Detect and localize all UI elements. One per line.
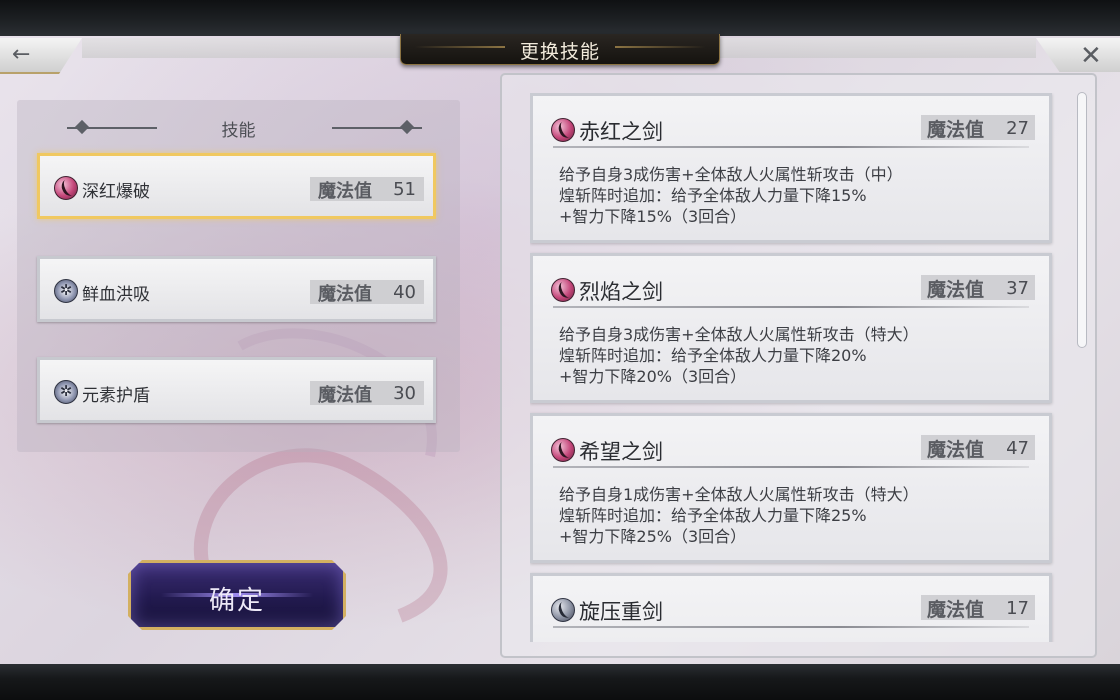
skill-name: 旋压重剑 [579, 600, 663, 624]
description-line: 给予自身3成伤害+全体敌人火属性斩攻击（中） [559, 165, 903, 184]
equipped-skill-slot-3[interactable]: ✲ 元素护盾 魔法值 30 [37, 357, 436, 423]
skill-list[interactable]: 赤红之剑 魔法值 27 给予自身3成伤害+全体敌人火属性斩攻击（中） 煌斩阵时追… [530, 93, 1055, 642]
bottom-frame [0, 664, 1120, 700]
mana-cost: 魔法值 17 [921, 595, 1035, 621]
description-line: 煌斩阵时追加：给予全体敌人力量下降20% [559, 346, 867, 365]
skill-card-3[interactable]: 希望之剑 魔法值 47 给予自身1成伤害+全体敌人火属性斩攻击（特大） 煌斩阵时… [530, 413, 1052, 563]
equipped-skill-slot-2[interactable]: ✲ 鲜血洪吸 魔法值 40 [37, 256, 436, 322]
equipped-skills-panel: 技能 深红爆破 魔法值 51 ✲ 鲜血洪吸 魔法值 40 ✲ 元素护盾 魔法值 … [17, 100, 460, 452]
back-arrow-icon: ← [12, 42, 31, 67]
mana-cost: 魔法值 30 [310, 381, 424, 406]
skill-card-1[interactable]: 赤红之剑 魔法值 27 给予自身3成伤害+全体敌人火属性斩攻击（中） 煌斩阵时追… [530, 93, 1052, 243]
mana-value: 17 [1006, 598, 1029, 619]
skill-name: 赤红之剑 [579, 120, 663, 144]
mana-value: 27 [1006, 118, 1029, 139]
mana-value: 40 [393, 282, 416, 303]
title-plate: 更换技能 [400, 34, 720, 65]
close-icon: ✕ [1080, 41, 1102, 71]
skill-description: 给予自身1成伤害+全体敌人火属性斩攻击（特大） 煌斩阵时追加：给予全体敌人力量下… [559, 484, 919, 547]
description-line: +智力下降20%（3回合） [559, 367, 747, 386]
mana-cost: 魔法值 37 [921, 275, 1035, 301]
fire-sword-icon [551, 118, 575, 142]
skill-name: 元素护盾 [82, 386, 150, 406]
skill-name: 深红爆破 [82, 182, 150, 202]
skill-name: 鲜血洪吸 [82, 285, 150, 305]
divider [553, 146, 1029, 148]
mana-cost: 魔法值 51 [310, 177, 424, 202]
mana-label: 魔法值 [927, 599, 985, 621]
mana-value: 47 [1006, 438, 1029, 459]
skill-name: 希望之剑 [579, 440, 663, 464]
mana-label: 魔法值 [318, 284, 372, 305]
divider [553, 466, 1029, 468]
top-strip-left [82, 38, 400, 58]
fire-sword-icon [551, 278, 575, 302]
description-line: 煌斩阵时追加：给予全体敌人力量下降25% [559, 506, 867, 525]
mana-label: 魔法值 [927, 119, 985, 141]
sword-icon [551, 598, 575, 622]
divider [553, 306, 1029, 308]
description-line: 煌斩阵时追加：给予全体敌人力量下降15% [559, 186, 867, 205]
divider [553, 626, 1029, 628]
mana-cost: 魔法值 40 [310, 280, 424, 305]
mana-cost: 魔法值 47 [921, 435, 1035, 461]
star-icon: ✲ [54, 380, 78, 404]
mana-cost: 魔法值 27 [921, 115, 1035, 141]
skill-description: 给予自身3成伤害+全体敌人火属性斩攻击（中） 煌斩阵时追加：给予全体敌人力量下降… [559, 164, 903, 227]
mana-label: 魔法值 [927, 279, 985, 301]
top-frame [0, 0, 1120, 36]
mana-value: 30 [393, 383, 416, 404]
mana-label: 魔法值 [318, 385, 372, 406]
equipped-skill-slot-1[interactable]: 深红爆破 魔法值 51 [37, 153, 436, 219]
skill-card-4[interactable]: 旋压重剑 魔法值 17 [530, 573, 1052, 642]
mana-value: 51 [393, 179, 416, 200]
skill-card-2[interactable]: 烈焰之剑 魔法值 37 给予自身3成伤害+全体敌人火属性斩攻击（特大） 煌斩阵时… [530, 253, 1052, 403]
fire-sword-icon [54, 176, 78, 200]
confirm-button[interactable]: 确定 [128, 560, 346, 630]
fire-sword-icon [551, 438, 575, 462]
mana-value: 37 [1006, 278, 1029, 299]
skill-description: 给予自身3成伤害+全体敌人火属性斩攻击（特大） 煌斩阵时追加：给予全体敌人力量下… [559, 324, 919, 387]
mana-label: 魔法值 [318, 181, 372, 202]
description-line: 给予自身3成伤害+全体敌人火属性斩攻击（特大） [559, 325, 919, 344]
mana-label: 魔法值 [927, 439, 985, 461]
page-title: 更换技能 [519, 41, 600, 63]
description-line: +智力下降15%（3回合） [559, 207, 747, 226]
confirm-label: 确定 [208, 586, 265, 616]
description-line: 给予自身1成伤害+全体敌人火属性斩攻击（特大） [559, 485, 919, 504]
skill-name: 烈焰之剑 [579, 280, 663, 304]
skill-list-scrollbar[interactable] [1077, 92, 1087, 348]
top-strip-right [718, 38, 1036, 58]
star-icon: ✲ [54, 279, 78, 303]
description-line: +智力下降25%（3回合） [559, 527, 747, 546]
